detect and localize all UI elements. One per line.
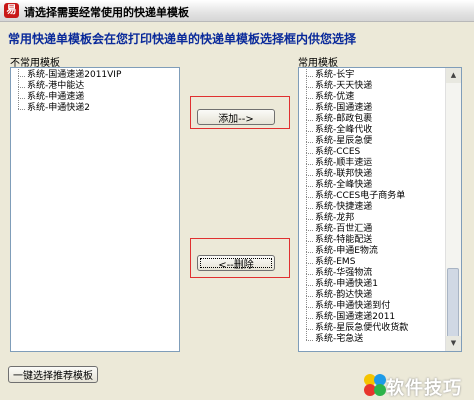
template-list-item[interactable]: 系统-CCES [303, 142, 461, 158]
template-list-item[interactable]: 系统-邮政包裹 [303, 109, 461, 125]
template-list-item[interactable]: 系统-星辰急便代收货款 [303, 318, 461, 334]
add-button[interactable]: 添加--> [197, 109, 275, 125]
template-list-item[interactable]: 系统-天天快递 [303, 76, 461, 92]
template-list-item[interactable]: 系统-特能配送 [303, 230, 461, 246]
template-list-item[interactable]: 系统-百世汇通 [303, 219, 461, 235]
template-list-item[interactable]: 系统-顺丰速运 [303, 153, 461, 169]
watermark-logo-icon [364, 374, 386, 396]
template-list-item[interactable]: 系统-国通速递2011 [303, 307, 461, 323]
template-list-item[interactable]: 系统-宅急送 [303, 329, 461, 345]
template-list-item[interactable]: 系统-CCES电子商务单 [303, 186, 461, 202]
template-list-item[interactable]: 系统-申通快递2 [15, 98, 179, 114]
scroll-down-arrow-icon[interactable]: ▼ [446, 336, 461, 351]
title-bar: 易 请选择需要经常使用的快递单模板 [0, 0, 474, 22]
window-title: 请选择需要经常使用的快递单模板 [24, 6, 189, 19]
template-list-item[interactable]: 系统-星辰急便 [303, 131, 461, 147]
template-list-item[interactable]: 系统-华强物流 [303, 263, 461, 279]
template-list-item[interactable]: 系统-国通速递2011VIP [15, 68, 179, 81]
scroll-up-arrow-icon[interactable]: ▲ [446, 68, 461, 83]
template-list-item[interactable]: 系统-快捷速递 [303, 197, 461, 213]
delete-button[interactable]: <--删除 [197, 255, 275, 271]
template-list-item[interactable]: 系统-国通速递 [303, 98, 461, 114]
template-list-item[interactable]: 系统-EMS [303, 252, 461, 268]
watermark-text: 软件技巧 [386, 378, 462, 399]
template-list-item[interactable]: 系统-申通快递到付 [303, 296, 461, 312]
template-list-item[interactable]: 系统-联邦快递 [303, 164, 461, 180]
template-list-item[interactable]: 系统-申通快递1 [303, 274, 461, 290]
template-list-item[interactable]: 系统-韵达快递 [303, 285, 461, 301]
app-icon: 易 [4, 3, 19, 18]
template-list-item[interactable]: 系统-申通E物流 [303, 241, 461, 257]
scrollbar[interactable]: ▲ ▼ [445, 68, 461, 351]
template-list-item[interactable]: 系统-申通速递 [15, 87, 179, 103]
template-list-item[interactable]: 系统-港中能达 [15, 76, 179, 92]
template-list-item[interactable]: 系统-全峰快递 [303, 175, 461, 191]
watermark: 软件技巧 [362, 370, 474, 400]
uncommon-template-list[interactable]: 系统-国通速递2011VIP 系统-港中能达 系统-申通速递 系统-申通快递2 [10, 67, 180, 352]
template-list-item[interactable]: 系统-长宇 [303, 68, 461, 81]
common-template-list[interactable]: 系统-长宇 系统-天天快递 系统-优速 系统-国通速递 系统-邮政包裹 系统-全峰代收 系统… [298, 67, 462, 352]
template-list-item[interactable]: 系统-龙邦 [303, 208, 461, 224]
hint-text: 常用快递单模板会在您打印快递单的快递单模板选择框内供您选择 [8, 32, 357, 46]
template-list-item[interactable]: 系统-优速 [303, 87, 461, 103]
select-recommended-button[interactable]: 一键选择推荐模板 [8, 366, 98, 383]
template-list-item[interactable]: 系统-全峰代收 [303, 120, 461, 136]
